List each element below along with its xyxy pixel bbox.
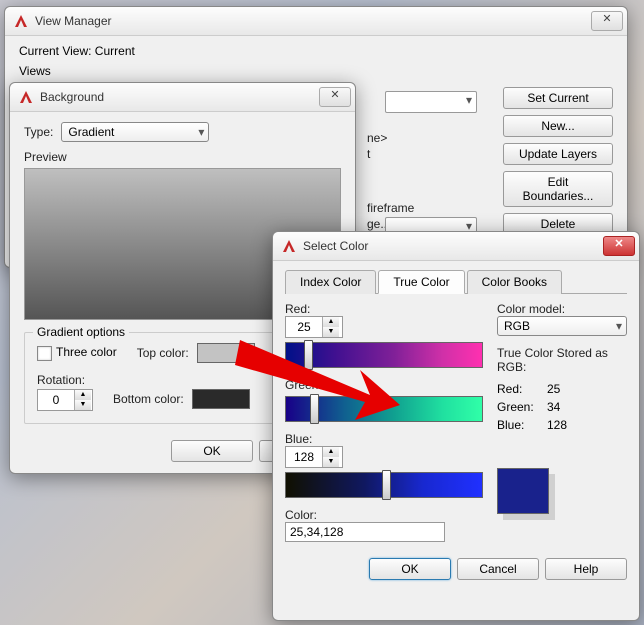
set-current-button[interactable]: Set Current [503,87,613,109]
color-model-label: Color model: [497,302,627,316]
stored-green-value: 34 [547,400,577,414]
red-slider-handle[interactable] [304,340,313,370]
preview-label: Preview [24,150,341,164]
color-model-value: RGB [504,319,530,333]
blue-label: Blue: [285,432,483,446]
select-color-titlebar[interactable]: Select Color ✕ [273,232,639,261]
red-input[interactable] [286,317,322,337]
color-model-select[interactable]: RGB [497,316,627,336]
close-icon[interactable]: ✕ [319,87,351,107]
red-slider[interactable] [285,342,483,368]
blue-spinner[interactable]: ▲▼ [285,446,343,468]
help-button[interactable]: Help [545,558,627,580]
type-select[interactable]: Gradient [61,122,209,142]
stored-green-label: Green: [497,400,547,414]
blue-input[interactable] [286,447,322,467]
update-layers-button[interactable]: Update Layers [503,143,613,165]
color-field[interactable]: 25,34,128 [285,522,445,542]
snippet-text: fireframe [367,201,477,215]
select-color-window: Select Color ✕ Index Color True Color Co… [272,231,640,621]
tab-true-color[interactable]: True Color [378,270,464,294]
color-preview-swatch [497,468,549,514]
spin-up-icon[interactable]: ▲ [323,317,339,327]
view-manager-dropdown[interactable] [385,91,477,113]
view-manager-title: View Manager [35,14,589,28]
background-title: Background [40,90,317,104]
new-button[interactable]: New... [503,115,613,137]
close-icon[interactable]: ✕ [603,236,635,256]
spin-down-icon[interactable]: ▼ [75,400,91,410]
rotation-spinner[interactable]: ▲▼ [37,389,93,411]
stored-red-label: Red: [497,382,547,396]
blue-slider-handle[interactable] [382,470,391,500]
select-color-title: Select Color [303,239,601,253]
green-label: Green: [285,378,483,392]
color-label: Color: [285,508,483,522]
background-titlebar[interactable]: Background ✕ [10,83,355,112]
close-icon[interactable]: ✕ [591,11,623,31]
red-spinner[interactable]: ▲▼ [285,316,343,338]
stored-label: True Color Stored as RGB: [497,346,627,374]
autocad-icon [18,89,34,105]
current-view-label: Current View: Current [19,44,613,58]
top-color-label: Top color: [137,346,189,360]
top-color-swatch[interactable] [197,343,255,363]
green-slider-handle[interactable] [310,394,319,424]
stored-blue-label: Blue: [497,418,547,432]
spin-down-icon[interactable]: ▼ [323,327,339,337]
three-color-label: Three color [56,345,117,359]
tab-color-books[interactable]: Color Books [467,270,562,294]
color-tabs: Index Color True Color Color Books [285,269,627,294]
cancel-button[interactable]: Cancel [457,558,539,580]
views-label: Views [19,64,613,78]
snippet-text: t [367,147,477,161]
view-manager-titlebar[interactable]: View Manager ✕ [5,7,627,36]
spin-up-icon[interactable]: ▲ [323,447,339,457]
stored-blue-value: 128 [547,418,577,432]
tab-index-color[interactable]: Index Color [285,270,376,294]
bottom-color-swatch[interactable] [192,389,250,409]
spin-down-icon[interactable]: ▼ [323,457,339,467]
rotation-label: Rotation: [37,373,93,387]
gradient-options-legend: Gradient options [33,325,129,339]
color-value: 25,34,128 [290,525,343,539]
type-value: Gradient [68,125,114,139]
snippet-text: ne> [367,131,477,145]
bottom-color-label: Bottom color: [113,392,184,406]
three-color-checkbox[interactable]: Three color [37,345,117,360]
spin-up-icon[interactable]: ▲ [75,390,91,400]
autocad-icon [13,13,29,29]
green-slider[interactable] [285,396,483,422]
autocad-icon [281,238,297,254]
ok-button[interactable]: OK [369,558,451,580]
rotation-input[interactable] [38,390,74,410]
red-label: Red: [285,302,483,316]
ok-button[interactable]: OK [171,440,253,462]
stored-red-value: 25 [547,382,577,396]
type-label: Type: [24,125,53,139]
blue-slider[interactable] [285,472,483,498]
edit-boundaries-button[interactable]: Edit Boundaries... [503,171,613,207]
